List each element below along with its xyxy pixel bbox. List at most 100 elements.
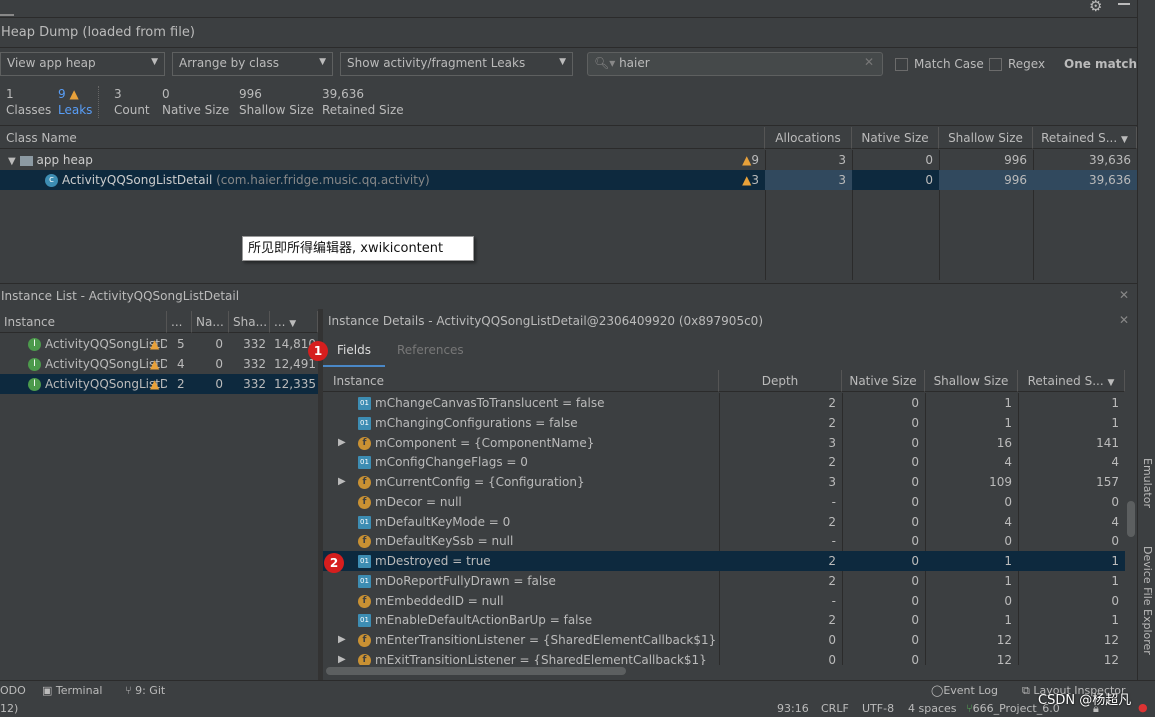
vertical-scrollbar[interactable] (1125, 393, 1137, 665)
heap-select[interactable]: View app heap ▼ (0, 52, 165, 76)
stat-classes: 1 Classes (6, 86, 51, 118)
field-row[interactable]: f mDefaultKeySsb = null - 0 0 0 (323, 531, 1125, 551)
shallow-cell: 109 (989, 475, 1012, 489)
field-row[interactable]: 01 mConfigChangeFlags = 0 2 0 4 4 (323, 452, 1125, 472)
side-tool-emulator[interactable]: Emulator (1141, 458, 1154, 508)
arrange-select[interactable]: Arrange by class ▼ (172, 52, 333, 76)
stat-value: 9 (58, 87, 66, 101)
column-header[interactable]: Instance (323, 370, 719, 392)
git-tool[interactable]: ⑂ 9: Git (125, 684, 165, 697)
instance-list-title: Instance List - ActivityQQSongListDetail (1, 289, 240, 303)
column-header[interactable]: Shallow Size (925, 370, 1018, 392)
class-row[interactable]: ▼ app heap ▲9 3 0 996 39,636 (0, 150, 1137, 170)
field-row[interactable]: 01 mDestroyed = true 2011 (323, 551, 1125, 571)
git-label: 9: Git (135, 684, 166, 697)
shallow-cell: 332 (243, 357, 266, 371)
field-row[interactable]: 01 mChangingConfigurations = false 2011 (323, 413, 1125, 433)
field-row[interactable]: f mEmbeddedID = null - 0 0 0 (323, 591, 1125, 611)
depth-cell: 2 (828, 415, 836, 430)
encoding[interactable]: UTF-8 (862, 702, 894, 715)
depth-cell: - (831, 534, 836, 549)
column-header[interactable]: Native Size (852, 127, 939, 149)
field-row[interactable]: f mDecor = null - 0 0 0 (323, 492, 1125, 512)
field-row[interactable]: ▶ f mCurrentConfig = {Configuration} 3 0 10… (323, 472, 1125, 492)
leak-count-value: 9 (751, 153, 759, 167)
cursor-position[interactable]: 93:16 (777, 702, 809, 715)
column-header[interactable]: Allocations (765, 127, 852, 149)
retained-cell: 1 (1111, 613, 1119, 628)
native-cell: 0 (911, 554, 919, 568)
field-primitive-icon: 01 (358, 456, 371, 470)
native-cell: 0 (911, 633, 919, 647)
stat-leaks[interactable]: 9 ▲ Leaks (58, 86, 92, 118)
tab-fields[interactable]: Fields (323, 335, 385, 367)
column-header[interactable]: Retained S... ▼ (1018, 370, 1125, 392)
column-header[interactable]: Sha... (229, 311, 270, 333)
stat-value: 1 (6, 87, 14, 101)
checkbox-icon (989, 58, 1002, 71)
field-primitive-icon: 01 (358, 397, 371, 410)
minimize-icon[interactable] (1118, 3, 1130, 5)
field-row[interactable]: 01 mDoReportFullyDrawn = false 2011 (323, 571, 1125, 591)
depth-cell: 2 (828, 396, 836, 410)
error-icon[interactable]: ● (1138, 701, 1148, 714)
leak-count: ▲3 (700, 170, 765, 190)
class-row[interactable]: c ActivityQQSongListDetail (com.haier.fri… (0, 170, 1137, 190)
field-name-cell: f mComponent = {ComponentName} (358, 433, 594, 453)
close-icon[interactable]: ✕ (1119, 288, 1129, 302)
instance-name: ActivityQQSongListD (45, 377, 167, 391)
column-header[interactable]: Native Size (842, 370, 925, 392)
regex-checkbox[interactable]: Regex (989, 57, 1045, 71)
shallow-cell: 4 (1004, 455, 1012, 470)
column-header[interactable]: ... (167, 311, 192, 333)
shallow-cell: 1 (1004, 573, 1012, 588)
column-header[interactable]: Class Name (0, 127, 765, 149)
gear-icon[interactable]: ⚙ (1089, 0, 1102, 15)
field-row[interactable]: 01 mChangeCanvasToTranslucent = false 201… (323, 393, 1125, 413)
field-row[interactable]: 01 mDefaultKeyMode = 0 2 0 4 4 (323, 512, 1125, 532)
column-header-label: ... (274, 315, 286, 329)
column-header[interactable]: Depth (719, 370, 842, 392)
column-header[interactable]: Retained S... ▼ (1033, 127, 1137, 149)
expand-arrow-icon[interactable]: ▶ (338, 630, 346, 650)
leak-count: ▲9 (700, 150, 765, 170)
column-header-label: Native Size (849, 374, 917, 388)
depth-cell: 0 (828, 633, 836, 647)
column-header[interactable]: Na... (192, 311, 229, 333)
retained-cell: 1 (1111, 415, 1119, 430)
stat-label: Shallow Size (239, 103, 314, 117)
warning-icon: ▲ (150, 377, 160, 391)
collapse-arrow-icon[interactable]: ▼ (8, 156, 16, 167)
instance-row[interactable]: I ActivityQQSongListD ▲ 4 0 332 12,491 (0, 354, 318, 374)
field-row[interactable]: ▶ f mEnterTransitionListener = {SharedEle… (323, 630, 1125, 650)
depth-cell: 2 (828, 554, 836, 568)
column-header[interactable]: ... ▼ (270, 311, 318, 333)
native-cell: 0 (911, 593, 919, 608)
clear-icon[interactable]: ✕ (864, 55, 874, 69)
field-row[interactable]: 01 mEnableDefaultActionBarUp = false 2011 (323, 610, 1125, 630)
side-tool-device-file-explorer[interactable]: Device File Explorer (1141, 546, 1154, 655)
instance-row[interactable]: I ActivityQQSongListD ▲ 2 0 332 12,335 (0, 374, 318, 394)
indent[interactable]: 4 spaces (908, 702, 957, 715)
todo-tool[interactable]: ODO (0, 684, 26, 697)
line-separator[interactable]: CRLF (821, 702, 849, 715)
terminal-tool[interactable]: ▣ Terminal (42, 684, 102, 697)
tab-references[interactable]: References (397, 335, 464, 367)
event-log-tool[interactable]: ◯Event Log (931, 684, 998, 697)
arrange-select-value: Arrange by class (179, 56, 279, 70)
close-icon[interactable]: ✕ (1119, 313, 1129, 327)
retained-cell: 1 (1111, 554, 1119, 568)
search-input[interactable]: 🔍︎▾ haier ✕ (587, 52, 883, 76)
instance-row[interactable]: I ActivityQQSongListD ▲ 5 0 332 14,810 (0, 334, 318, 354)
field-primitive-icon: 01 (358, 515, 371, 529)
filter-select[interactable]: Show activity/fragment Leaks ▼ (340, 52, 573, 76)
expand-arrow-icon[interactable]: ▶ (338, 472, 346, 492)
column-header[interactable]: Instance (0, 311, 167, 333)
column-header[interactable]: Shallow Size (939, 127, 1033, 149)
field-row[interactable]: ▶ f mComponent = {ComponentName} 3 0 16 141 (323, 433, 1125, 453)
field-object-icon: f (358, 535, 371, 549)
match-case-checkbox[interactable]: Match Case (895, 57, 984, 71)
horizontal-scrollbar[interactable] (323, 665, 1125, 677)
class-package: (com.haier.fridge.music.qq.activity) (216, 173, 430, 187)
expand-arrow-icon[interactable]: ▶ (338, 433, 346, 453)
